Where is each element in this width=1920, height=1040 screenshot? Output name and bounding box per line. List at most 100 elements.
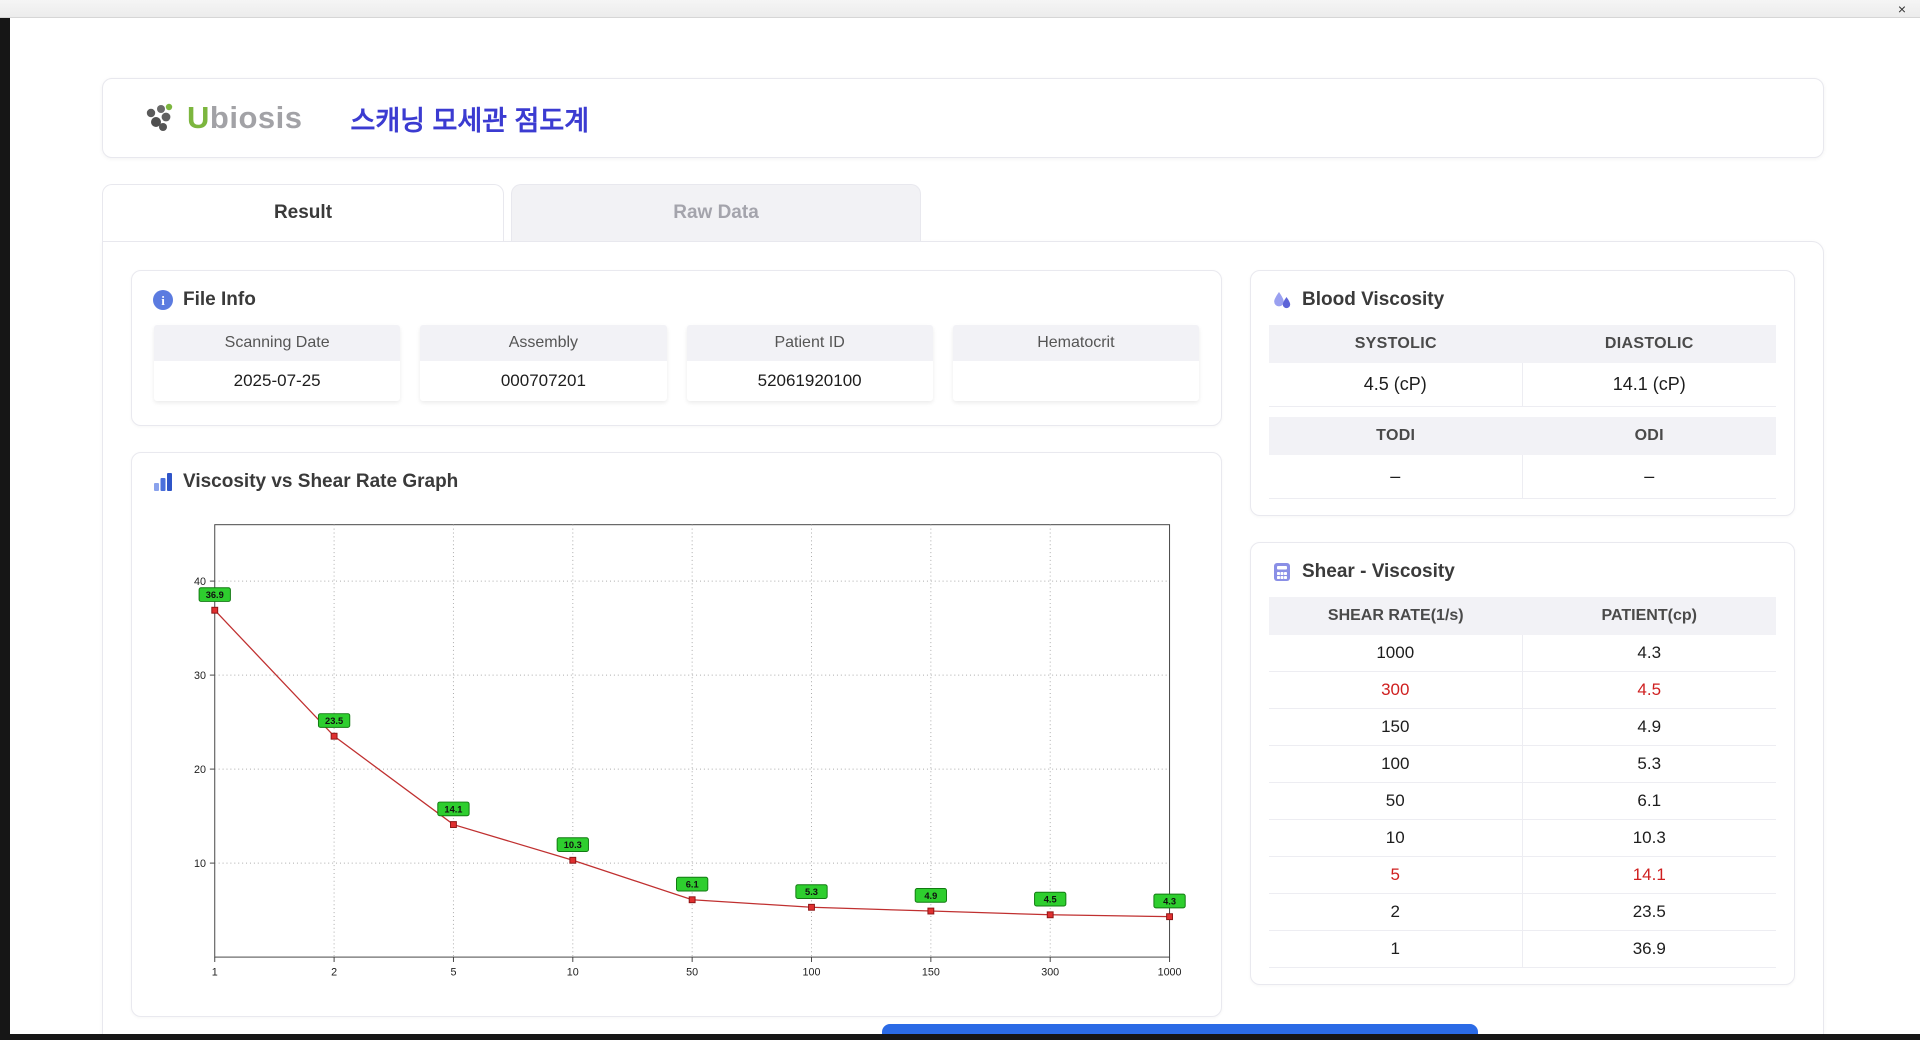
svg-text:150: 150 [922,967,940,979]
table-row: 2 23.5 [1269,894,1776,931]
field-label: Scanning Date [154,325,401,361]
svg-text:2: 2 [331,967,337,979]
table-row: 1 36.9 [1269,931,1776,968]
svg-text:4.3: 4.3 [1163,896,1176,906]
file-info-title: File Info [183,289,256,310]
patient-cell: 6.1 [1522,783,1776,820]
graph-card: Viscosity vs Shear Rate Graph 10 20 30 40 1 2… [131,452,1222,1018]
table-row: 10 10.3 [1269,820,1776,857]
svg-text:10.3: 10.3 [564,840,582,850]
bv-value-cell: 4.5 (cP) [1269,363,1523,407]
bv-header-cell: DIASTOLIC [1604,335,1694,352]
shear-viscosity-title: Shear - Viscosity [1302,561,1455,582]
blood-viscosity-title: Blood Viscosity [1302,289,1445,310]
svg-text:4.9: 4.9 [924,891,937,901]
shear-rate-cell: 150 [1269,709,1523,746]
bv-header-row: TODI ODI [1269,417,1776,455]
svg-text:14.1: 14.1 [444,804,462,814]
bv-header-cell: ODI [1634,427,1664,444]
shear-rate-cell: 2 [1269,894,1523,931]
bv-value-row: 4.5 (cP) 14.1 (cP) [1269,363,1776,407]
table-row: 50 6.1 [1269,783,1776,820]
bv-value-cell: – [1269,455,1523,499]
file-info-card: i File Info Scanning Date 2025-07-25 Assem… [131,270,1222,426]
field-value: 000707201 [500,371,586,390]
file-info-field: Assembly 000707201 [420,325,667,401]
svg-text:20: 20 [194,764,206,776]
brand-suffix: biosis [209,100,303,135]
tab-bar: Result Raw Data [102,184,1824,241]
table-row: 300 4.5 [1269,672,1776,709]
tab-result[interactable]: Result [102,184,504,241]
header-card: Ubiosis 스캐닝 모세관 점도계 [102,78,1824,158]
patient-cell: 4.3 [1522,635,1776,672]
shear-rate-cell: 1 [1269,931,1523,968]
app-window: Ubiosis 스캐닝 모세관 점도계 Result Raw Data i Fi… [10,18,1920,1034]
shear-rate-cell: 100 [1269,746,1523,783]
close-icon[interactable]: × [1894,1,1910,17]
bv-value-row: – – [1269,455,1776,499]
file-info-field: Hematocrit [952,325,1199,401]
svg-text:i: i [161,293,165,308]
shear-rate-cell: 50 [1269,783,1523,820]
svg-text:5.3: 5.3 [805,887,818,897]
table-row: 100 5.3 [1269,746,1776,783]
blood-viscosity-grid: SYSTOLIC DIASTOLIC 4.5 (cP) 14.1 (cP) TODI OD… [1267,325,1778,499]
shear-table: SHEAR RATE(1/s) PATIENT(cp) 1000 4.3 300 4.5 1… [1267,597,1778,968]
bv-header-cell: TODI [1376,427,1416,444]
info-icon: i [153,290,173,310]
svg-text:10: 10 [194,858,206,870]
svg-text:300: 300 [1041,967,1059,979]
shear-rate-cell: 1000 [1269,635,1523,672]
bv-value-cell: 14.1 (cP) [1522,363,1776,407]
footer-button-partial[interactable] [882,1024,1478,1034]
patient-cell: 23.5 [1522,894,1776,931]
svg-text:5: 5 [450,967,456,979]
patient-cell: 5.3 [1522,746,1776,783]
column-header: SHEAR RATE(1/s) [1327,607,1464,624]
title-bar: × [0,0,1920,18]
bv-header-cell: SYSTOLIC [1354,335,1437,352]
chart-area: 10 20 30 40 1 2 5 10 50 100 150 300 1000 36.9 23.5 14.1… [148,507,1205,1000]
patient-cell: 10.3 [1522,820,1776,857]
shear-viscosity-card: Shear - Viscosity SHEAR RATE(1/s) PATIENT… [1250,542,1795,985]
tab-raw-data[interactable]: Raw Data [511,184,921,241]
table-row: 150 4.9 [1269,709,1776,746]
table-row: 5 14.1 [1269,857,1776,894]
svg-text:40: 40 [194,576,206,588]
shear-rate-cell: 300 [1269,672,1523,709]
svg-text:30: 30 [194,670,206,682]
svg-text:1: 1 [212,967,218,979]
svg-text:6.1: 6.1 [686,880,699,890]
patient-cell: 4.5 [1522,672,1776,709]
bv-value-cell: – [1522,455,1776,499]
svg-text:100: 100 [803,967,821,979]
bv-header-row: SYSTOLIC DIASTOLIC [1269,325,1776,363]
shear-rate-cell: 5 [1269,857,1523,894]
svg-text:23.5: 23.5 [325,716,343,726]
field-label: Hematocrit [952,325,1199,361]
patient-cell: 14.1 [1522,857,1776,894]
field-value [953,361,1199,400]
field-label: Patient ID [686,325,933,361]
column-header: PATIENT(cp) [1601,607,1697,624]
table-row: 1000 4.3 [1269,635,1776,672]
patient-cell: 4.9 [1522,709,1776,746]
svg-text:50: 50 [686,967,698,979]
svg-text:36.9: 36.9 [206,590,224,600]
brand-icon [146,103,173,131]
bar-chart-icon [154,473,172,491]
file-info-field: Patient ID 52061920100 [686,325,933,401]
patient-cell: 36.9 [1522,931,1776,968]
svg-text:1000: 1000 [1158,967,1182,979]
main-panel: i File Info Scanning Date 2025-07-25 Assem… [102,241,1824,1034]
file-info-field: Scanning Date 2025-07-25 [154,325,401,401]
svg-text:10: 10 [567,967,579,979]
svg-text:4.5: 4.5 [1044,895,1057,905]
viscosity-chart-svg: 10 20 30 40 1 2 5 10 50 100 150 300 1000 36.9 23.5 14.1… [194,524,1186,979]
brand-name: Ubiosis [187,100,303,135]
droplet-icon [1274,292,1291,309]
file-info-fields: Scanning Date 2025-07-25 Assembly 000707201… [148,325,1205,409]
table-header-row: SHEAR RATE(1/s) PATIENT(cp) [1269,597,1776,635]
